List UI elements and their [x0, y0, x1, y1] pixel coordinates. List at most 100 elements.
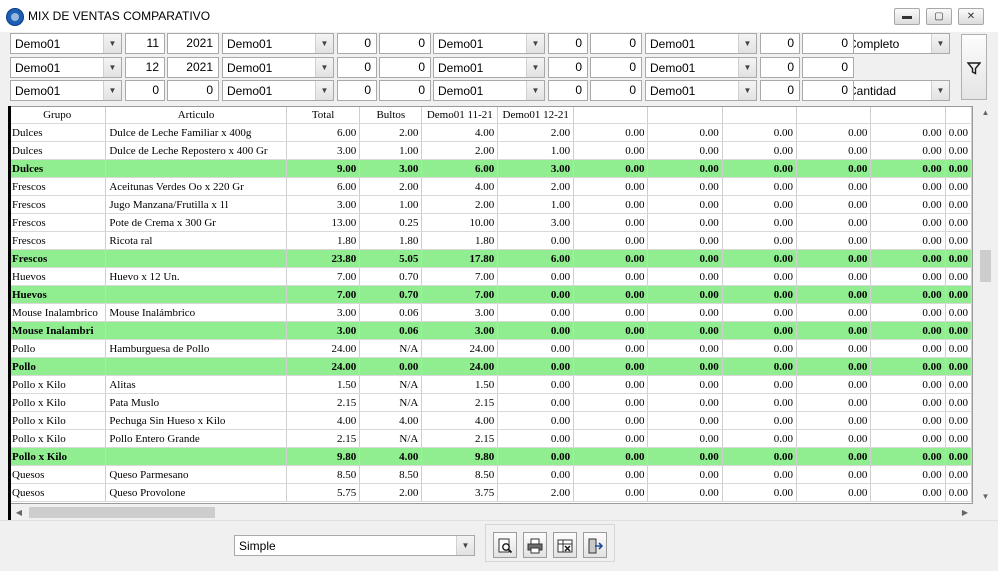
table-cell: 13.00 — [286, 213, 361, 232]
vendor-select[interactable]: Demo01 ▼ — [433, 33, 545, 54]
month-field[interactable]: 0 — [760, 57, 800, 78]
month-field[interactable]: 11 — [125, 33, 165, 54]
table-row[interactable]: Pollo x Kilo Alitas 1.50 N/A 1.50 0.00 0.00 0.0… — [9, 375, 972, 394]
subtotal-row[interactable]: Frescos 23.80 5.05 17.80 6.00 0.00 0.00 0.00 0.0… — [9, 249, 972, 268]
scroll-down-icon[interactable]: ▼ — [977, 490, 994, 504]
column-header[interactable]: Grupo — [9, 107, 107, 124]
table-row[interactable]: Dulces Dulce de Leche Repostero x 400 Gr 3… — [9, 141, 972, 160]
vendor-select[interactable]: Demo01 ▼ — [433, 57, 545, 78]
column-header[interactable] — [796, 107, 872, 124]
month-field[interactable]: 0 — [548, 80, 588, 101]
filter-button[interactable] — [961, 34, 987, 100]
table-row[interactable]: Frescos Jugo Manzana/Frutilla x 1l 3.00 1.0… — [9, 195, 972, 214]
month-field[interactable]: 0 — [337, 33, 377, 54]
subtotal-row[interactable]: Dulces 9.00 3.00 6.00 3.00 0.00 0.00 0.00 0.00 0.… — [9, 159, 972, 178]
table-cell: 6.00 — [497, 249, 575, 268]
table-cell: 0.00 — [497, 285, 575, 304]
month-field[interactable]: 0 — [337, 80, 377, 101]
column-header[interactable] — [945, 107, 972, 124]
export-button[interactable] — [553, 532, 577, 558]
report-type-select[interactable]: Simple ▼ — [234, 535, 475, 556]
table-row[interactable]: Huevos Huevo x 12 Un. 7.00 0.70 7.00 0.00 0.00… — [9, 267, 972, 286]
vendor-select[interactable]: Demo01 ▼ — [645, 33, 757, 54]
month-field[interactable]: 0 — [125, 80, 165, 101]
vertical-scroll-thumb[interactable] — [980, 250, 991, 282]
column-header[interactable] — [647, 107, 723, 124]
month-field[interactable]: 0 — [548, 57, 588, 78]
column-header[interactable]: Articulo — [105, 107, 287, 124]
print-button[interactable] — [523, 532, 547, 558]
year-field[interactable]: 0 — [379, 80, 431, 101]
month-field[interactable]: 0 — [548, 33, 588, 54]
data-grid[interactable]: Grupo Articulo Total Bultos Demo01 11-21 Demo… — [8, 106, 973, 504]
table-row[interactable]: Pollo x Kilo Pata Muslo 2.15 N/A 2.15 0.00 0.0… — [9, 393, 972, 412]
table-cell: 0.00 — [945, 411, 972, 430]
year-field[interactable]: 0 — [590, 33, 642, 54]
table-row[interactable]: Quesos Queso Parmesano 8.50 8.50 8.50 0.00 0.0… — [9, 465, 972, 484]
year-field[interactable]: 0 — [167, 80, 219, 101]
scroll-left-icon[interactable]: ◀ — [11, 505, 27, 520]
vendor-select[interactable]: Demo01 ▼ — [433, 80, 545, 101]
vendor-select[interactable]: Demo01 ▼ — [645, 57, 757, 78]
vendor-select[interactable]: Demo01 ▼ — [222, 33, 334, 54]
year-field[interactable]: 0 — [590, 57, 642, 78]
column-header[interactable] — [722, 107, 798, 124]
year-field[interactable]: 2021 — [167, 57, 219, 78]
minimize-button[interactable]: ▬ — [894, 8, 920, 25]
measure-select[interactable]: Cantidad ▼ — [843, 80, 950, 101]
maximize-button[interactable]: ▢ — [926, 8, 952, 25]
horizontal-scroll-thumb[interactable] — [29, 507, 215, 518]
table-row[interactable]: Quesos Queso Provolone 5.75 2.00 3.75 2.00 0.0… — [9, 483, 972, 502]
table-row[interactable]: Mouse Inalambrico Mouse Inalámbrico 3.00 0.… — [9, 303, 972, 322]
table-row[interactable]: Frescos Ricota ral 1.80 1.80 1.80 0.00 0.00 0.0… — [9, 231, 972, 250]
vendor-select[interactable]: Demo01 ▼ — [10, 80, 122, 101]
subtotal-row[interactable]: Pollo x Kilo 9.80 4.00 9.80 0.00 0.00 0.00 0.00… — [9, 447, 972, 466]
mode-select[interactable]: Completo ▼ — [843, 33, 950, 54]
table-row[interactable]: Frescos Aceitunas Verdes Oo x 220 Gr 6.00 2… — [9, 177, 972, 196]
month-field[interactable]: 12 — [125, 57, 165, 78]
vendor-select[interactable]: Demo01 ▼ — [10, 57, 122, 78]
close-button[interactable]: ✕ — [958, 8, 984, 25]
table-cell: 0.00 — [573, 465, 649, 484]
vendor-select[interactable]: Demo01 ▼ — [222, 57, 334, 78]
scroll-right-icon[interactable]: ▶ — [957, 505, 973, 520]
subtotal-row[interactable]: Huevos 7.00 0.70 7.00 0.00 0.00 0.00 0.00 0.00 0.… — [9, 285, 972, 304]
horizontal-scrollbar[interactable]: ◀ ▶ — [11, 505, 973, 520]
scroll-up-icon[interactable]: ▲ — [977, 106, 994, 120]
year-field[interactable]: 0 — [802, 57, 854, 78]
table-cell: 0.00 — [796, 429, 872, 448]
table-cell: 0.00 — [945, 339, 972, 358]
vendor-select[interactable]: Demo01 ▼ — [645, 80, 757, 101]
vendor-select[interactable]: Demo01 ▼ — [10, 33, 122, 54]
month-field[interactable]: 0 — [760, 80, 800, 101]
table-cell: 0.00 — [870, 429, 946, 448]
year-field[interactable]: 0 — [802, 33, 854, 54]
column-header[interactable]: Bultos — [359, 107, 423, 124]
year-field[interactable]: 2021 — [167, 33, 219, 54]
column-header[interactable]: Total — [286, 107, 361, 124]
vendor-select[interactable]: Demo01 ▼ — [222, 80, 334, 101]
year-field[interactable]: 0 — [379, 57, 431, 78]
year-field[interactable]: 0 — [590, 80, 642, 101]
month-field[interactable]: 0 — [760, 33, 800, 54]
table-cell: 0.00 — [497, 267, 575, 286]
table-row[interactable]: Frescos Pote de Crema x 300 Gr 13.00 0.25 10… — [9, 213, 972, 232]
column-header[interactable] — [870, 107, 946, 124]
subtotal-row[interactable]: Mouse Inalambri 3.00 0.06 3.00 0.00 0.00 0.00 0… — [9, 321, 972, 340]
column-header[interactable]: Demo01 12-21 — [497, 107, 575, 124]
year-field[interactable]: 0 — [379, 33, 431, 54]
subtotal-row[interactable]: Pollo 24.00 0.00 24.00 0.00 0.00 0.00 0.00 0.00 0… — [9, 357, 972, 376]
vertical-scrollbar[interactable]: ▲ ▼ — [977, 106, 994, 504]
column-header[interactable]: Demo01 11-21 — [421, 107, 499, 124]
column-header[interactable] — [573, 107, 649, 124]
table-cell: 0.00 — [722, 249, 798, 268]
table-cell: Quesos — [9, 483, 107, 502]
table-row[interactable]: Pollo x Kilo Pechuga Sin Hueso x Kilo 4.00… — [9, 411, 972, 430]
table-row[interactable]: Dulces Dulce de Leche Familiar x 400g 6.00… — [9, 123, 972, 142]
print-preview-button[interactable] — [493, 532, 517, 558]
year-field[interactable]: 0 — [802, 80, 854, 101]
table-row[interactable]: Pollo x Kilo Pollo Entero Grande 2.15 N/A 2.… — [9, 429, 972, 448]
month-field[interactable]: 0 — [337, 57, 377, 78]
table-row[interactable]: Pollo Hamburguesa de Pollo 24.00 N/A 24.00 0.… — [9, 339, 972, 358]
exit-button[interactable] — [583, 532, 607, 558]
